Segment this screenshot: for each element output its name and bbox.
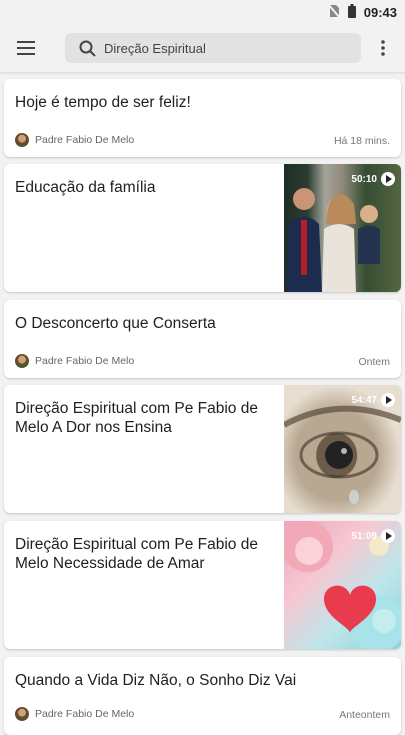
post-title: Quando a Vida Diz Não, o Sonho Diz Vai: [15, 672, 297, 689]
appbar-shadow: [0, 72, 405, 75]
duration-text: 54:47: [351, 394, 377, 406]
post-meta: Padre Fabio De Melo: [15, 707, 134, 721]
play-icon: [381, 393, 395, 407]
clock: 09:43: [363, 4, 397, 20]
author-name: Padre Fabio De Melo: [35, 708, 135, 720]
search-icon: [79, 40, 96, 57]
author-name: Padre Fabio De Melo: [35, 134, 135, 146]
duration-text: 51:09: [351, 530, 377, 542]
overflow-menu-button[interactable]: [361, 24, 405, 72]
post-meta: Padre Fabio De Melo: [15, 354, 134, 368]
post-title: O Desconcerto que Conserta: [15, 315, 216, 332]
video-duration: 51:09: [351, 529, 395, 543]
more-vert-icon: [381, 40, 385, 56]
search-query: Direção Espiritual: [104, 40, 206, 56]
duration-text: 50:10: [351, 173, 377, 185]
avatar: [15, 707, 29, 721]
battery-icon: [347, 3, 356, 21]
avatar: [15, 354, 29, 368]
status-bar: 09:43: [0, 0, 405, 24]
video-thumbnail: 51:09: [284, 521, 401, 649]
video-card[interactable]: Educação da família 50:10: [4, 164, 401, 292]
post-card[interactable]: Hoje é tempo de ser feliz! Padre Fabio D…: [4, 79, 401, 157]
video-thumbnail: 50:10: [284, 164, 401, 292]
video-card[interactable]: Direção Espiritual com Pe Fabio de Melo …: [4, 385, 401, 513]
search-field[interactable]: Direção Espiritual: [65, 33, 361, 63]
timestamp: Há 18 mins.: [333, 135, 390, 147]
video-card[interactable]: Direção Espiritual com Pe Fabio de Melo …: [4, 521, 401, 649]
timestamp: Anteontem: [339, 709, 390, 721]
video-thumbnail: 54:47: [284, 385, 401, 513]
no-sim-icon: [326, 2, 341, 21]
play-icon: [381, 529, 395, 543]
video-title: Educação da família: [15, 179, 156, 196]
avatar: [15, 133, 29, 147]
video-title: Direção Espiritual com Pe Fabio de Melo …: [15, 400, 258, 436]
video-duration: 54:47: [351, 393, 395, 407]
menu-button[interactable]: [0, 24, 52, 72]
hamburger-icon: [17, 41, 35, 55]
author-name: Padre Fabio De Melo: [35, 355, 135, 367]
play-icon: [381, 172, 395, 186]
video-duration: 50:10: [351, 172, 395, 186]
post-card[interactable]: O Desconcerto que Conserta Padre Fabio D…: [4, 300, 401, 378]
post-title: Hoje é tempo de ser feliz!: [15, 94, 191, 111]
timestamp: Ontem: [358, 356, 390, 368]
post-card[interactable]: Quando a Vida Diz Não, o Sonho Diz Vai P…: [4, 657, 401, 735]
post-meta: Padre Fabio De Melo: [15, 133, 134, 147]
app-bar: Direção Espiritual: [0, 24, 405, 72]
video-title: Direção Espiritual com Pe Fabio de Melo …: [15, 536, 258, 572]
